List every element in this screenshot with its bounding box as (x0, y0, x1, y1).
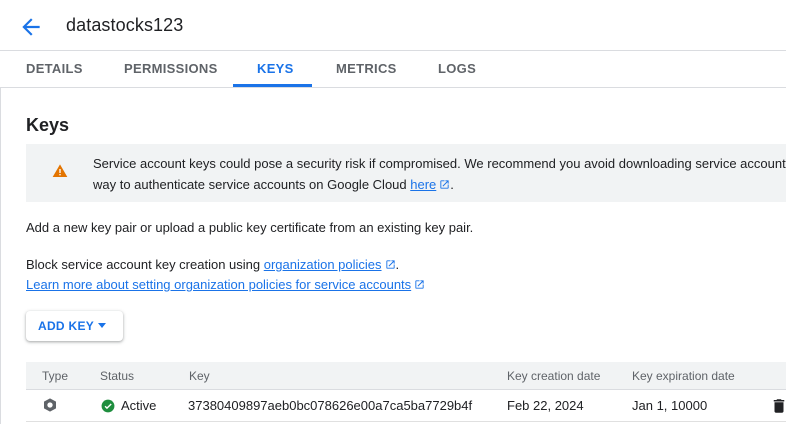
table-row: Active 37380409897aeb0bc078626e00a7ca5ba… (26, 390, 786, 422)
page-title: datastocks123 (66, 15, 184, 35)
delete-icon[interactable] (770, 396, 786, 416)
policy-suffix: . (395, 257, 400, 272)
warning-icon (52, 164, 68, 177)
tab-logs[interactable]: LOGS (438, 51, 476, 88)
key-type-icon (44, 398, 56, 412)
tab-details[interactable]: DETAILS (26, 51, 83, 88)
key-id: 37380409897aeb0bc078626e00a7ca5ba7729b4f (188, 398, 473, 413)
tab-permissions[interactable]: PERMISSIONS (124, 51, 218, 88)
warning-banner: Service account keys could pose a securi… (26, 144, 786, 202)
organization-policies-link[interactable]: organization policies (264, 257, 382, 272)
warning-line-2-text: way to authenticate service accounts on … (93, 177, 411, 192)
page-header: datastocks123 (0, 0, 786, 51)
column-header-type[interactable]: Type (42, 369, 68, 383)
expiration-date: Jan 1, 10000 (632, 398, 708, 413)
check-circle-icon (101, 399, 115, 413)
keys-table: Type Status Key Key creation date Key ex… (26, 362, 786, 424)
table-header: Type Status Key Key creation date Key ex… (26, 362, 786, 390)
tab-keys[interactable]: KEYS (257, 51, 294, 88)
section-title: Keys (26, 115, 70, 135)
learn-more-row: Learn more about setting organization po… (26, 277, 425, 292)
policy-text: Block service account key creation using… (26, 257, 399, 272)
warning-line-2-suffix: . (450, 177, 454, 192)
dropdown-arrow-icon (98, 323, 106, 328)
column-header-key[interactable]: Key (189, 369, 210, 383)
learn-more-link[interactable]: Learn more about setting organization po… (26, 277, 411, 292)
back-button[interactable] (18, 14, 44, 40)
arrow-back-icon (22, 18, 40, 36)
active-tab-indicator (233, 84, 312, 87)
warning-line-1: Service account keys could pose a securi… (93, 156, 786, 171)
column-header-creation-date[interactable]: Key creation date (507, 369, 600, 383)
tab-bar: DETAILS PERMISSIONS KEYS METRICS LOGS (0, 51, 786, 88)
external-link-icon (385, 260, 395, 269)
column-header-expiration-date[interactable]: Key expiration date (632, 369, 735, 383)
creation-date: Feb 22, 2024 (507, 398, 584, 413)
divider (0, 88, 1, 424)
column-header-status[interactable]: Status (100, 369, 134, 383)
warning-line-2: way to authenticate service accounts on … (93, 174, 786, 195)
status-text: Active (121, 398, 157, 413)
add-key-label: ADD KEY (38, 319, 95, 333)
warning-text: Service account keys could pose a securi… (93, 153, 786, 195)
here-link[interactable]: here (410, 177, 436, 192)
add-key-button[interactable]: ADD KEY (26, 311, 123, 341)
external-link-icon (415, 280, 424, 289)
policy-prefix: Block service account key creation using (26, 257, 264, 272)
tab-metrics[interactable]: METRICS (336, 51, 397, 88)
intro-text: Add a new key pair or upload a public ke… (26, 220, 474, 235)
external-link-icon (440, 180, 449, 189)
